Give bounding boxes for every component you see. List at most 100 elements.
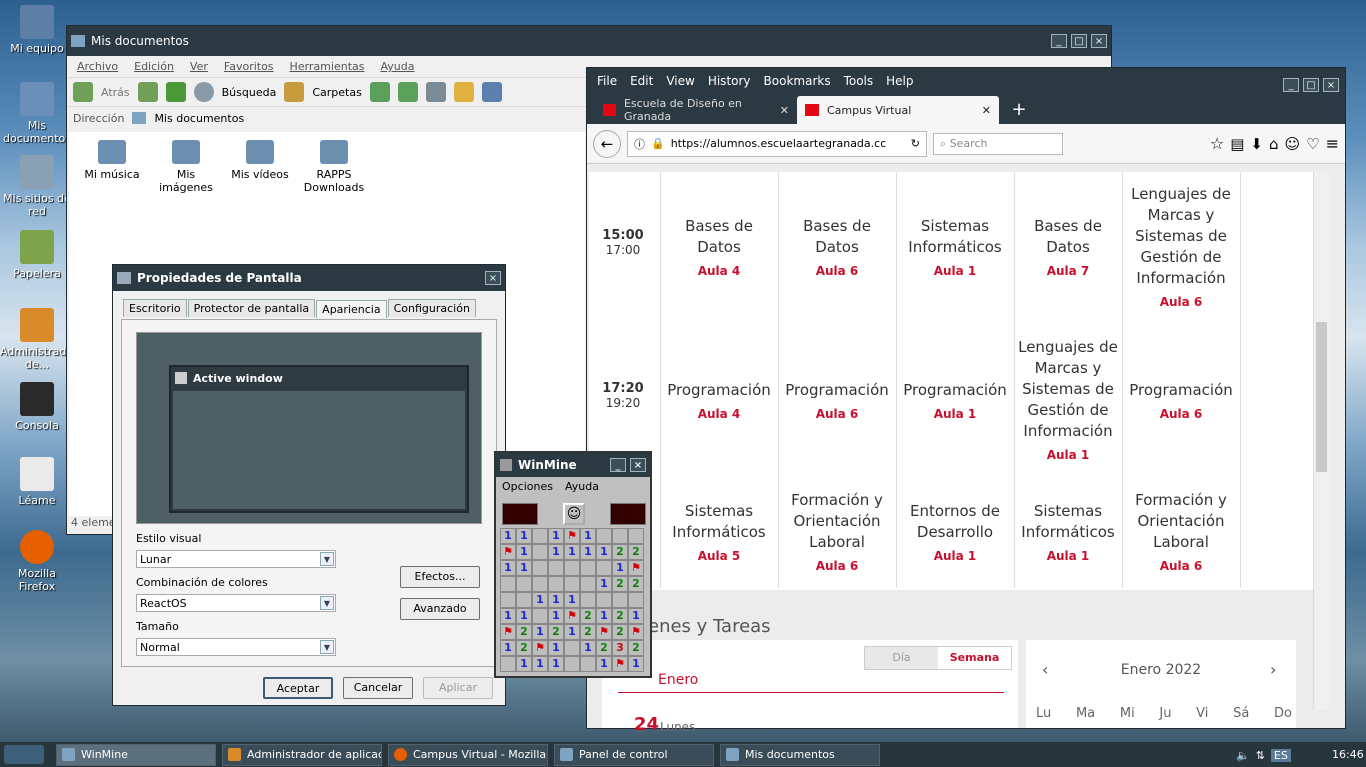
explorer-titlebar[interactable]: Mis documentos _ □ × <box>67 26 1111 56</box>
reading-list-icon[interactable]: ▤ <box>1230 135 1244 153</box>
flag-icon[interactable]: ⚑ <box>564 608 580 624</box>
folders-button[interactable]: Carpetas <box>312 86 361 99</box>
tab-apariencia[interactable]: Apariencia <box>316 300 387 318</box>
mine-cell[interactable] <box>532 544 548 560</box>
mine-cell[interactable]: 2 <box>580 608 596 624</box>
views-icon[interactable] <box>481 82 502 102</box>
desktop-icon-app-manager[interactable]: Administrador de... <box>0 308 78 371</box>
mine-cell[interactable]: 1 <box>580 544 596 560</box>
mine-cell[interactable]: 2 <box>628 640 644 656</box>
minefield[interactable]: 1 1 1 ⚑ 1 ⚑ 1 1 1 1 1 2 2 1 1 1 ⚑ 1 2 2 1 1 1 1 1 1 ⚑ 2 1 2 1 ⚑ 2 1 2 1 2 ⚑ 2 ⚑… <box>500 528 646 672</box>
mine-cell[interactable]: 1 <box>564 592 580 608</box>
mine-cell[interactable] <box>580 576 596 592</box>
desktop-icon-firefox[interactable]: Mozilla Firefox <box>0 530 74 593</box>
mine-cell[interactable]: 1 <box>564 544 580 560</box>
item-mis-imagenes[interactable]: Mis imágenes <box>151 140 221 194</box>
taskbar-item-my-documents[interactable]: Mis documentos <box>720 744 880 766</box>
close-tab-icon[interactable]: ✕ <box>780 104 789 117</box>
mine-cell[interactable] <box>532 560 548 576</box>
mine-cell[interactable]: 1 <box>516 560 532 576</box>
menu-view[interactable]: View <box>666 74 694 88</box>
mine-cell[interactable]: 1 <box>596 544 612 560</box>
desktop-icon-my-computer[interactable]: Mi equipo <box>0 5 74 55</box>
info-icon[interactable]: ⓘ <box>634 136 645 152</box>
advanced-button[interactable]: Avanzado <box>400 598 480 620</box>
mine-cell[interactable] <box>596 560 612 576</box>
mine-cell[interactable]: 1 <box>548 608 564 624</box>
mine-cell[interactable]: 1 <box>532 624 548 640</box>
mine-cell[interactable]: 1 <box>596 576 612 592</box>
class-cell[interactable]: Sistemas Informáticos Aula 1 <box>900 216 1010 282</box>
mine-cell[interactable] <box>516 576 532 592</box>
menu-ayuda[interactable]: Ayuda <box>565 480 599 493</box>
menu-ver[interactable]: Ver <box>190 60 208 73</box>
flag-icon[interactable]: ⚑ <box>612 656 628 672</box>
new-tab-button[interactable]: + <box>999 96 1039 124</box>
mine-cell[interactable] <box>580 656 596 672</box>
mine-cell[interactable]: 2 <box>612 544 628 560</box>
tab-escuela[interactable]: Escuela de Diseño en Granada ✕ <box>595 96 797 124</box>
mine-cell[interactable] <box>612 592 628 608</box>
menu-opciones[interactable]: Opciones <box>502 480 553 493</box>
language-indicator[interactable]: ES <box>1270 748 1291 762</box>
item-mis-videos[interactable]: Mis vídeos <box>225 140 295 181</box>
mine-cell[interactable]: 3 <box>612 640 628 656</box>
mine-cell[interactable]: 2 <box>628 576 644 592</box>
forward-arrow-icon[interactable] <box>137 82 158 102</box>
mine-cell[interactable]: 1 <box>548 544 564 560</box>
mine-cell[interactable]: 2 <box>612 624 628 640</box>
menu-ayuda[interactable]: Ayuda <box>380 60 414 73</box>
mine-cell[interactable] <box>548 560 564 576</box>
cancel-button[interactable]: Cancelar <box>343 677 413 699</box>
menu-tools[interactable]: Tools <box>844 74 874 88</box>
page-scrollbar[interactable] <box>1313 172 1329 710</box>
tab-escritorio[interactable]: Escritorio <box>123 299 187 317</box>
flag-icon[interactable]: ⚑ <box>500 624 516 640</box>
menu-herramientas[interactable]: Herramientas <box>290 60 365 73</box>
visual-style-select[interactable]: Lunar ▼ <box>136 550 336 568</box>
close-button[interactable]: × <box>1323 78 1339 92</box>
mine-cell[interactable]: 1 <box>564 624 580 640</box>
mine-cell[interactable]: 2 <box>548 624 564 640</box>
mine-cell[interactable] <box>580 592 596 608</box>
item-rapps-downloads[interactable]: RAPPS Downloads <box>299 140 369 194</box>
flag-icon[interactable]: ⚑ <box>500 544 516 560</box>
maximize-button[interactable]: □ <box>1303 78 1319 92</box>
taskbar-item-winmine[interactable]: WinMine <box>56 744 216 766</box>
pocket-icon[interactable]: ♡ <box>1306 135 1319 153</box>
flag-icon[interactable]: ⚑ <box>628 560 644 576</box>
download-icon[interactable]: ⬇ <box>1250 135 1263 153</box>
menu-bookmarks[interactable]: Bookmarks <box>764 74 831 88</box>
desktop-icon-readme[interactable]: Léame <box>0 457 74 507</box>
class-cell[interactable]: Bases de Datos Aula 7 <box>1018 216 1118 282</box>
tab-protector[interactable]: Protector de pantalla <box>187 299 316 317</box>
mine-cell[interactable] <box>500 656 516 672</box>
class-cell[interactable]: Bases de Datos Aula 6 <box>782 216 892 282</box>
mine-cell[interactable]: 1 <box>500 528 516 544</box>
class-cell[interactable]: Programación Aula 6 <box>1126 380 1236 425</box>
mine-cell[interactable]: 1 <box>516 528 532 544</box>
maximize-button[interactable]: □ <box>1071 34 1087 48</box>
mine-cell[interactable]: 1 <box>500 560 516 576</box>
mine-cell[interactable]: 2 <box>596 640 612 656</box>
back-arrow-icon[interactable]: ← <box>593 129 621 158</box>
flag-icon[interactable]: ⚑ <box>596 624 612 640</box>
class-cell[interactable]: Bases de Datos Aula 4 <box>664 216 774 282</box>
minimize-button[interactable]: _ <box>610 458 626 472</box>
mine-cell[interactable]: 1 <box>516 656 532 672</box>
reload-icon[interactable]: ↻ <box>911 137 920 150</box>
mine-cell[interactable]: 2 <box>612 576 628 592</box>
mine-cell[interactable] <box>628 528 644 544</box>
start-button[interactable] <box>4 745 44 764</box>
effects-button[interactable]: Efectos... <box>400 566 480 588</box>
prev-month-icon[interactable]: ‹ <box>1042 660 1048 679</box>
back-arrow-icon[interactable] <box>73 82 93 102</box>
up-arrow-icon[interactable] <box>165 82 186 102</box>
mine-cell[interactable] <box>500 592 516 608</box>
hamburger-menu-icon[interactable]: ≡ <box>1326 134 1339 153</box>
menu-history[interactable]: History <box>708 74 751 88</box>
home-icon[interactable]: ⌂ <box>1269 135 1279 153</box>
mine-cell[interactable]: 2 <box>516 624 532 640</box>
search-button[interactable]: Búsqueda <box>222 86 277 99</box>
smiley-face-button[interactable]: ☺ <box>563 503 585 525</box>
